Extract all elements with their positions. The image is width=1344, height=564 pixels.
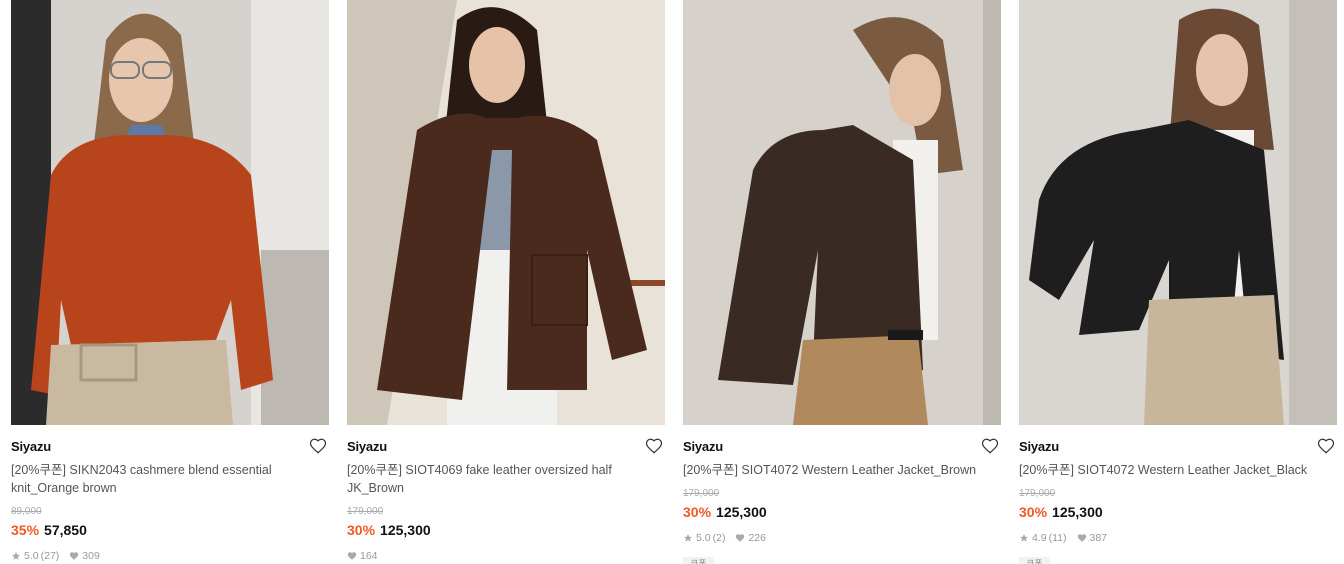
product-card[interactable]: Siyazu [20%쿠폰] SIOT4069 fake leather ove… (347, 0, 665, 564)
heart-outline-icon[interactable] (1317, 437, 1335, 455)
product-name[interactable]: [20%쿠폰] SIOT4072 Western Leather Jacket_… (683, 461, 983, 479)
discount-rate: 30% (347, 522, 376, 538)
product-card[interactable]: Siyazu [20%쿠폰] SIOT4072 Western Leather … (683, 0, 1001, 564)
product-image[interactable] (11, 0, 329, 425)
sale-price: 125,300 (380, 522, 431, 538)
heart-outline-icon[interactable] (645, 437, 663, 455)
product-card[interactable]: Siyazu [20%쿠폰] SIOT4072 Western Leather … (1019, 0, 1337, 564)
price-row: 35% 57,850 (11, 522, 87, 538)
brand-row: Siyazu (1019, 437, 1337, 457)
brand-name[interactable]: Siyazu (1019, 439, 1059, 454)
discount-rate: 30% (683, 504, 712, 520)
original-price: 179,000 (347, 506, 384, 517)
heart-filled-icon (70, 552, 79, 560)
rating: 5.0 (696, 532, 711, 544)
rating: 5.0 (24, 550, 39, 562)
star-icon (11, 551, 21, 560)
heart-outline-icon[interactable] (309, 437, 327, 455)
meta-row: 5.0 (27) 309 (11, 550, 100, 562)
meta-row: 4.9 (11) 387 (1019, 532, 1107, 544)
product-name[interactable]: [20%쿠폰] SIKN2043 cashmere blend essentia… (11, 461, 311, 497)
meta-row: 164 (347, 550, 378, 562)
product-image[interactable] (1019, 0, 1337, 425)
rating: 4.9 (1032, 532, 1047, 544)
review-count: (11) (1048, 532, 1067, 544)
product-card[interactable]: Siyazu [20%쿠폰] SIKN2043 cashmere blend e… (11, 0, 329, 564)
heart-filled-icon (347, 552, 357, 560)
star-icon (683, 533, 693, 542)
product-name[interactable]: [20%쿠폰] SIOT4069 fake leather oversized … (347, 461, 647, 497)
discount-rate: 30% (1019, 504, 1048, 520)
product-image[interactable] (347, 0, 665, 425)
coupon-badge: 쿠폰 (1019, 557, 1050, 564)
brand-row: Siyazu (347, 437, 665, 457)
heart-filled-icon (1077, 534, 1086, 542)
brand-name[interactable]: Siyazu (347, 439, 387, 454)
product-name[interactable]: [20%쿠폰] SIOT4072 Western Leather Jacket_… (1019, 461, 1319, 479)
brand-row: Siyazu (11, 437, 329, 457)
original-price: 89,000 (11, 506, 42, 517)
like-count: 387 (1089, 532, 1108, 544)
coupon-badge: 쿠폰 (683, 557, 714, 564)
price-row: 30% 125,300 (1019, 504, 1103, 520)
discount-rate: 35% (11, 522, 40, 538)
review-count: (27) (40, 550, 60, 562)
sale-price: 57,850 (44, 522, 87, 538)
review-count: (2) (712, 532, 726, 544)
sale-price: 125,300 (1052, 504, 1103, 520)
price-row: 30% 125,300 (683, 504, 767, 520)
original-price: 179,000 (1019, 488, 1056, 499)
brand-name[interactable]: Siyazu (683, 439, 723, 454)
like-count: 309 (82, 550, 100, 562)
product-image[interactable] (683, 0, 1001, 425)
heart-filled-icon (736, 534, 745, 542)
heart-outline-icon[interactable] (981, 437, 999, 455)
star-icon (1019, 533, 1029, 542)
like-count: 164 (360, 550, 378, 562)
price-row: 30% 125,300 (347, 522, 431, 538)
like-count: 226 (748, 532, 766, 544)
original-price: 179,000 (683, 488, 720, 499)
sale-price: 125,300 (716, 504, 767, 520)
product-grid: Siyazu [20%쿠폰] SIKN2043 cashmere blend e… (0, 0, 1344, 564)
brand-name[interactable]: Siyazu (11, 439, 51, 454)
meta-row: 5.0 (2) 226 (683, 532, 766, 544)
brand-row: Siyazu (683, 437, 1001, 457)
